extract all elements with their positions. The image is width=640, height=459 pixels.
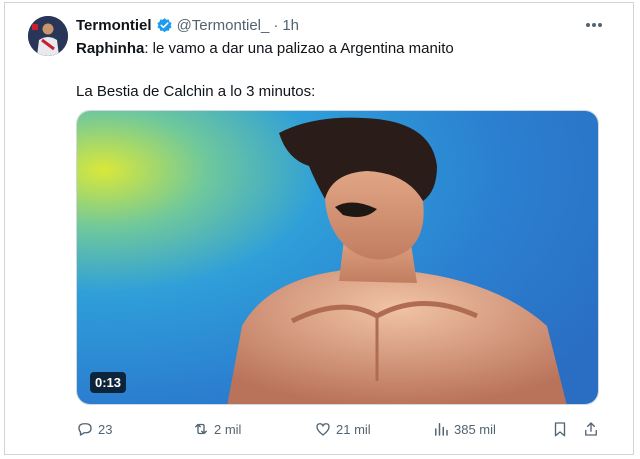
tweet-text-line-1: Raphinha: le vamo a dar una palizao a Ar…: [76, 40, 454, 57]
repost-icon: [195, 423, 207, 435]
author-handle[interactable]: @Termontiel_: [177, 17, 270, 34]
repost-count: 2 mil: [214, 421, 242, 437]
like-icon: [316, 423, 330, 436]
verified-badge-icon: [157, 17, 172, 32]
reply-icon: [78, 423, 92, 436]
avatar[interactable]: [28, 16, 68, 56]
video-player[interactable]: [76, 110, 599, 405]
video-duration-badge: 0:13: [90, 372, 127, 393]
repost-button[interactable]: 2 mil: [192, 418, 241, 440]
tweet-header: Termontiel @Termontiel_ · 1h: [76, 15, 299, 35]
bookmark-button[interactable]: [551, 418, 573, 440]
share-button[interactable]: [582, 418, 604, 440]
like-count: 21 mil: [336, 421, 371, 437]
bookmark-icon: [554, 422, 566, 437]
more-icon[interactable]: [583, 16, 605, 34]
views-icon: [435, 423, 448, 436]
like-button[interactable]: 21 mil: [314, 418, 371, 440]
tweet-text-rest: : le vamo a dar una palizao a Argentina …: [144, 40, 454, 57]
author-name[interactable]: Termontiel: [76, 17, 152, 34]
tweet-text-line-2: La Bestia de Calchin a lo 3 minutos:: [76, 83, 316, 100]
views-button[interactable]: 385 mil: [432, 418, 496, 440]
views-count: 385 mil: [454, 421, 496, 437]
mention-name: Raphinha: [76, 40, 145, 57]
share-icon: [585, 422, 597, 436]
reply-button[interactable]: 23: [76, 418, 112, 440]
timestamp[interactable]: 1h: [282, 17, 299, 34]
separator-dot: ·: [273, 16, 279, 34]
reply-count: 23: [98, 421, 113, 437]
